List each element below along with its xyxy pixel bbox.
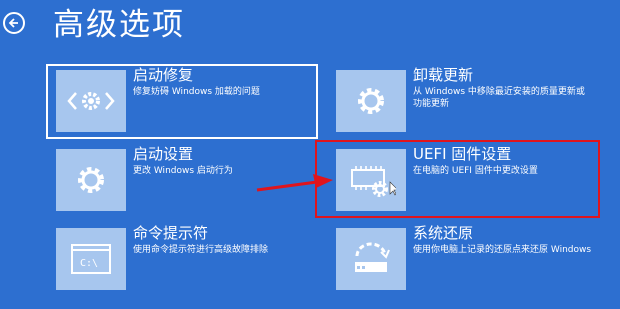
tile-description: 使用你电脑上记录的还原点来还原 Windows [413, 245, 592, 255]
gear-icon [56, 149, 126, 211]
system-restore-tile[interactable]: 系统还原 使用你电脑上记录的还原点来还原 Windows [326, 222, 598, 297]
startup-repair-tile[interactable]: 启动修复 修复妨碍 Windows 加载的问题 [46, 64, 318, 139]
uninstall-updates-tile[interactable]: 卸载更新 从 Windows 中移除最近安装的质量更新或功能更新 [326, 64, 598, 139]
command-prompt-icon: C:\ [56, 228, 126, 290]
system-restore-icon [336, 228, 406, 290]
tile-title: 命令提示符 [133, 224, 209, 242]
command-prompt-tile[interactable]: C:\ 命令提示符 使用命令提示符进行高级故障排除 [46, 222, 318, 297]
arrow-left-icon [8, 18, 18, 28]
tile-title: 卸载更新 [413, 66, 474, 84]
startup-repair-icon [56, 70, 126, 132]
tile-description: 使用命令提示符进行高级故障排除 [133, 245, 269, 255]
gear-icon [336, 70, 406, 132]
tile-description: 修复妨碍 Windows 加载的问题 [133, 87, 260, 97]
annotation-highlight-box [315, 140, 600, 218]
page-title: 高级选项 [53, 7, 185, 43]
cmd-icon-text: C:\ [80, 258, 98, 269]
tile-title: 启动修复 [133, 66, 194, 84]
tile-title: 系统还原 [413, 224, 474, 242]
tile-title: 启动设置 [133, 145, 194, 163]
annotation-arrow-icon [256, 174, 333, 192]
back-button[interactable] [3, 12, 25, 34]
tile-description: 从 Windows 中移除最近安装的质量更新或功能更新 [413, 87, 585, 109]
